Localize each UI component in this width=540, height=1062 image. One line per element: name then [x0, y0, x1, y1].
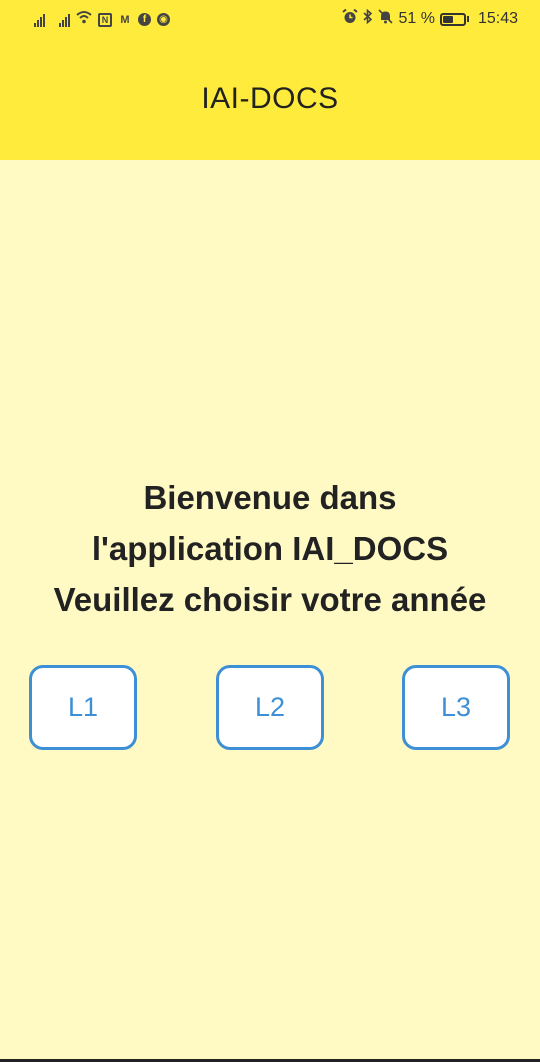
gmail-icon: M	[120, 13, 130, 26]
status-time: 15:43	[477, 10, 518, 27]
facebook-icon: f	[138, 13, 151, 26]
signal-icon	[34, 13, 45, 27]
signal-icon	[59, 13, 70, 27]
bluetooth-icon	[363, 8, 373, 29]
alarm-icon	[342, 8, 359, 29]
status-right-icons: 51 % 15:43	[342, 8, 518, 29]
year-button-l2[interactable]: L2	[216, 665, 324, 750]
welcome-line: Veuillez choisir votre année	[53, 581, 487, 618]
chrome-icon: ◉	[157, 13, 170, 26]
page-title: IAI-DOCS	[201, 82, 339, 115]
battery-tip	[466, 16, 469, 22]
nfc-icon: N	[98, 12, 112, 27]
year-button-l1[interactable]: L1	[29, 665, 137, 750]
mute-icon	[378, 9, 394, 29]
status-bar: N M f ◉ 51 % 15:43	[0, 0, 540, 40]
year-button-l3[interactable]: L3	[402, 665, 510, 750]
battery-percent: 51 %	[398, 10, 435, 27]
battery-level-fill	[442, 15, 453, 23]
battery-icon	[439, 12, 466, 26]
welcome-message: Bienvenue dans l'application IAI_DOCS Ve…	[0, 472, 540, 625]
wifi-icon	[76, 10, 92, 29]
status-left-icons: N M f ◉	[34, 10, 170, 29]
welcome-line: Bienvenue dans	[143, 479, 397, 516]
welcome-line: l'application IAI_DOCS	[91, 530, 449, 567]
